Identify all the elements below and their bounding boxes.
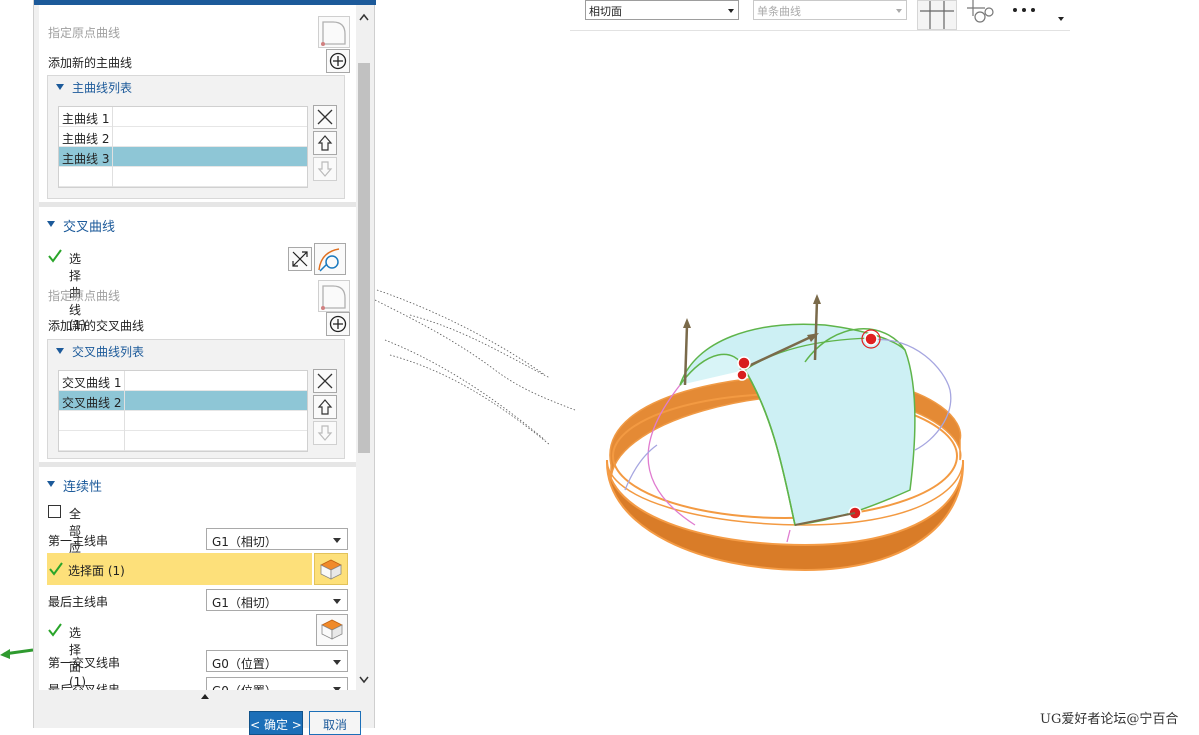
list-item-selected[interactable]: 主曲线 3 [59, 147, 307, 167]
collapse-icon [47, 221, 55, 227]
first-cross-select[interactable]: G0（位置） [206, 650, 348, 672]
curve-rule-select[interactable]: 单条曲线 [753, 0, 907, 20]
cross-list-title: 交叉曲线列表 [72, 345, 145, 359]
last-cross-select[interactable]: G0（位置） [206, 677, 348, 690]
first-primary-label: 第一主线串 [48, 534, 109, 548]
watermark-text: UG爱好者论坛@宁百合 [1040, 712, 1179, 727]
chevron-down-icon [333, 538, 341, 543]
select-face-button[interactable] [314, 553, 348, 585]
cross-curve-list[interactable]: 交叉曲线 1 交叉曲线 2 [58, 370, 308, 452]
select-value: G1（相切） [212, 596, 277, 610]
ok-button[interactable]: < 确定 > [249, 711, 303, 735]
curve-select-button[interactable] [314, 243, 346, 275]
select-face-row-highlighted[interactable]: 选择面 (1) [47, 553, 312, 585]
expand-more-icon[interactable] [200, 693, 210, 700]
add-new-cross-label: 添加新的交叉曲线 [48, 319, 145, 333]
continuity-section: 连续性 全部应用 第一主线串 G1（相切） 选择面 (1) 最后主线串 G1（相… [39, 467, 356, 690]
remove-curve-button[interactable] [313, 369, 337, 393]
move-down-button[interactable] [313, 157, 337, 181]
list-item-empty [59, 167, 307, 187]
primary-list-title: 主曲线列表 [72, 81, 133, 95]
background-curves [375, 289, 576, 446]
select-value: 单条曲线 [757, 5, 801, 18]
cross-curves-header[interactable]: 交叉曲线 [39, 212, 356, 238]
checkbox-box[interactable] [48, 505, 61, 518]
chevron-down-icon[interactable] [1057, 16, 1065, 22]
continuity-header[interactable]: 连续性 [39, 472, 356, 498]
list-item[interactable]: 主曲线 1 [59, 107, 307, 127]
chevron-down-icon [333, 687, 341, 690]
list-item-selected[interactable]: 交叉曲线 2 [59, 391, 307, 411]
select-value: G0（位置） [212, 657, 277, 671]
select-value: G1（相切） [212, 535, 277, 549]
add-primary-curve-button[interactable] [326, 49, 350, 73]
primary-curves-section: 指定原点曲线 添加新的主曲线 主曲线列表 主曲线 1 主曲线 2 主曲线 3 [39, 5, 356, 205]
face-icon [320, 559, 342, 580]
axis-triad-icon [0, 648, 33, 659]
last-primary-label: 最后主线串 [48, 595, 109, 609]
cross-curve-list-group: 交叉曲线列表 交叉曲线 1 交叉曲线 2 [47, 339, 345, 459]
collapse-icon [56, 84, 64, 90]
primary-list-header[interactable]: 主曲线列表 [48, 76, 344, 98]
move-up-button[interactable] [313, 395, 337, 419]
tangent-curves-icon[interactable] [963, 0, 999, 28]
chevron-down-icon [333, 660, 341, 665]
list-item-empty [59, 431, 307, 451]
origin-curve-button[interactable] [318, 280, 350, 312]
chevron-down-icon [728, 9, 734, 13]
move-up-button[interactable] [313, 131, 337, 155]
intersection-icon[interactable] [917, 0, 957, 30]
continuity-title: 连续性 [63, 480, 103, 495]
list-item[interactable]: 交叉曲线 1 [59, 371, 307, 391]
cross-list-header[interactable]: 交叉曲线列表 [48, 340, 344, 362]
scroll-down-icon[interactable] [359, 676, 369, 684]
checkmark-icon [48, 623, 62, 637]
list-item[interactable]: 主曲线 2 [59, 127, 307, 147]
chevron-down-icon [896, 9, 902, 13]
list-item-empty [59, 411, 307, 431]
specify-origin-label: 指定原点曲线 [48, 289, 121, 303]
dialog-scrollbar[interactable] [356, 5, 372, 690]
last-primary-select[interactable]: G1（相切） [206, 589, 348, 611]
list-item-label: 主曲线 1 [62, 112, 110, 126]
selection-toolbar: 相切面 单条曲线 [570, 0, 1070, 31]
face-icon [321, 619, 343, 640]
graphics-viewport[interactable] [375, 280, 975, 580]
select-face-button[interactable] [316, 614, 348, 646]
checkmark-icon [49, 562, 63, 576]
cross-curves-section: 交叉曲线 选择曲线 (1) 指定原点曲线 添加新的交叉曲线 交叉曲线列表 交叉曲… [39, 207, 356, 462]
add-cross-curve-button[interactable] [326, 312, 350, 336]
first-primary-select[interactable]: G1（相切） [206, 528, 348, 550]
cancel-button[interactable]: 取消 [309, 711, 361, 735]
select-value: G0（位置） [212, 682, 277, 690]
scroll-thumb[interactable] [358, 63, 370, 453]
primary-curve-list[interactable]: 主曲线 1 主曲线 2 主曲线 3 [58, 106, 308, 188]
remove-curve-button[interactable] [313, 105, 337, 129]
add-new-primary-label: 添加新的主曲线 [48, 56, 133, 70]
first-cross-label: 第一交叉线串 [48, 656, 121, 670]
list-item-label: 主曲线 3 [62, 152, 110, 166]
select-value: 相切面 [589, 5, 622, 18]
more-options-icon[interactable] [1010, 6, 1040, 14]
last-cross-label: 最后交叉线串 [48, 683, 121, 690]
list-item-label: 交叉曲线 1 [62, 376, 122, 390]
list-item-label: 交叉曲线 2 [62, 396, 122, 410]
collapse-icon [47, 481, 55, 487]
list-item-label: 主曲线 2 [62, 132, 110, 146]
checkmark-icon [48, 249, 62, 263]
select-face-label: 选择面 (1) [68, 564, 125, 578]
cross-curves-title: 交叉曲线 [63, 220, 116, 235]
move-down-button[interactable] [313, 421, 337, 445]
mesh-surface [678, 323, 916, 526]
origin-curve-button[interactable] [318, 16, 350, 48]
dialog-content: 指定原点曲线 添加新的主曲线 主曲线列表 主曲线 1 主曲线 2 主曲线 3 交… [39, 5, 356, 690]
primary-curve-list-group: 主曲线列表 主曲线 1 主曲线 2 主曲线 3 [47, 75, 345, 199]
specify-origin-label: 指定原点曲线 [48, 26, 121, 40]
through-curve-mesh-dialog: 指定原点曲线 添加新的主曲线 主曲线列表 主曲线 1 主曲线 2 主曲线 3 交… [33, 0, 376, 735]
chevron-down-icon [333, 599, 341, 604]
reverse-direction-button[interactable] [288, 247, 312, 271]
scroll-up-icon[interactable] [359, 13, 369, 21]
collapse-icon [56, 348, 64, 354]
face-rule-select[interactable]: 相切面 [585, 0, 739, 20]
